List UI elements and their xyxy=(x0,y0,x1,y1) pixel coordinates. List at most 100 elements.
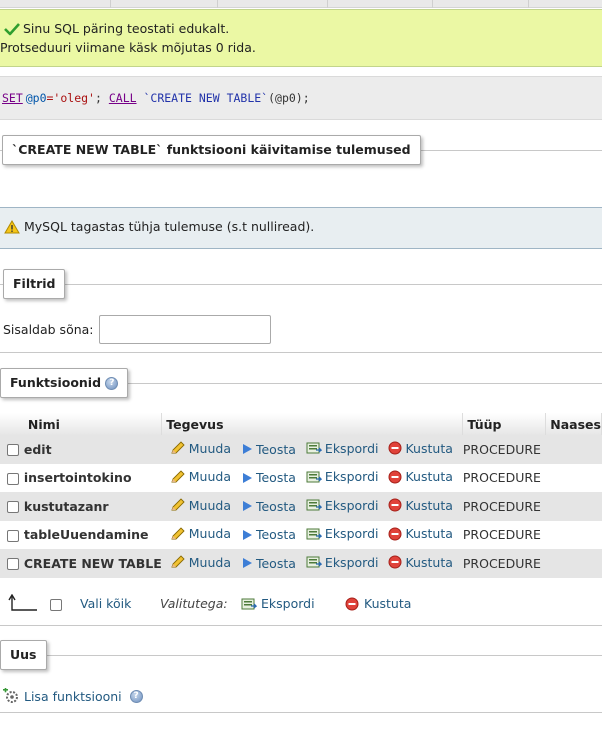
action-export-link[interactable]: Ekspordi xyxy=(306,469,379,484)
success-text: Sinu SQL päring teostati edukalt. xyxy=(23,21,230,36)
action-execute-link[interactable]: Teosta xyxy=(241,499,296,514)
delete-icon xyxy=(388,527,402,540)
row-checkbox[interactable] xyxy=(7,558,19,571)
action-drop-link[interactable]: Kustuta xyxy=(388,441,453,456)
row-actions: Muuda Teosta Ekspordi Kustuta xyxy=(161,435,463,464)
action-export-link[interactable]: Ekspordi xyxy=(306,554,379,570)
new-fieldset-border xyxy=(0,655,602,656)
play-icon xyxy=(242,472,252,483)
add-routine-label: Lisa funktsiooni xyxy=(24,688,122,704)
select-all-link[interactable]: Vali kõik xyxy=(80,596,131,611)
table-row: CREATE NEW TABLE Muuda Teosta Ekspordi Kustu… xyxy=(0,549,602,578)
action-edit-label: Muuda xyxy=(188,469,231,484)
routine-type: PROCEDURE xyxy=(462,463,546,492)
bulk-actions: Vali kõik Valitutega: Ekspordi Kustuta xyxy=(0,591,602,619)
routine-type: PROCEDURE xyxy=(462,492,546,521)
sql-variable: @p0 xyxy=(25,91,47,105)
row-actions: Muuda Teosta Ekspordi Kustuta xyxy=(161,520,463,549)
routines-legend: Funktsioonid ? xyxy=(0,368,129,398)
new-legend: Uus xyxy=(0,640,47,670)
action-export-label: Ekspordi xyxy=(324,497,379,513)
empty-result-notice: MySQL tagastas tühja tulemuse (s.t nulli… xyxy=(0,207,602,249)
notice-text: MySQL tagastas tühja tulemuse (s.t nulli… xyxy=(24,219,315,234)
export-icon xyxy=(306,499,322,511)
filter-input[interactable] xyxy=(99,315,271,344)
action-export-link[interactable]: Ekspordi xyxy=(306,441,378,456)
row-checkbox[interactable] xyxy=(7,529,19,542)
new-fieldset-bottom xyxy=(0,712,602,713)
action-edit-link[interactable]: Muuda xyxy=(170,469,231,484)
play-icon xyxy=(242,558,252,568)
row-checkbox[interactable] xyxy=(7,472,19,485)
sql-semicolon: ; xyxy=(94,91,102,105)
action-drop-link[interactable]: Kustuta xyxy=(388,498,453,513)
action-edit-label: Muuda xyxy=(188,526,231,541)
action-drop-link[interactable]: Kustuta xyxy=(388,469,453,484)
play-icon xyxy=(242,444,252,454)
table-header-row: Nimi Tegevus Tüüp Naases xyxy=(0,413,602,435)
bulk-export-button[interactable]: Ekspordi xyxy=(241,596,315,611)
bulk-drop-button[interactable]: Kustuta xyxy=(345,596,411,611)
action-edit-link[interactable]: Muuda xyxy=(170,441,231,456)
check-icon xyxy=(4,22,20,35)
header-type[interactable]: Tüüp xyxy=(462,413,547,435)
routine-name: edit xyxy=(23,435,162,464)
table-row: edit Muuda Teosta Ekspordi Kustuta PROCEDURE xyxy=(0,435,602,464)
action-execute-link[interactable]: Teosta xyxy=(241,470,296,485)
add-routine-link[interactable]: Lisa funktsiooni ? xyxy=(2,688,143,704)
routine-type: PROCEDURE xyxy=(462,435,546,464)
header-returns[interactable]: Naases xyxy=(545,413,602,435)
row-checkbox[interactable] xyxy=(7,501,19,514)
action-edit-link[interactable]: Muuda xyxy=(170,555,231,570)
help-icon[interactable]: ? xyxy=(105,377,119,390)
action-export-label: Ekspordi xyxy=(324,554,379,570)
action-execute-link[interactable]: Teosta xyxy=(241,442,296,457)
sql-args: (@p0); xyxy=(268,91,310,105)
action-export-link[interactable]: Ekspordi xyxy=(306,526,379,541)
sql-query-box[interactable]: SET @p0='oleg'; CALL `CREATE NEW TABLE`(… xyxy=(0,76,602,120)
results-legend: `CREATE NEW TABLE` funktsiooni käivitami… xyxy=(2,135,421,165)
routine-returns xyxy=(545,435,602,464)
add-routine-icon xyxy=(3,688,18,703)
action-drop-link[interactable]: Kustuta xyxy=(388,555,453,570)
routine-name: insertointokino xyxy=(23,463,162,492)
action-drop-link[interactable]: Kustuta xyxy=(388,526,453,541)
row-checkbox-cell xyxy=(0,492,24,521)
add-help-icon[interactable]: ? xyxy=(129,689,143,703)
action-execute-link[interactable]: Teosta xyxy=(241,556,296,571)
header-action: Tegevus xyxy=(161,413,464,435)
action-drop-label: Kustuta xyxy=(405,526,453,541)
header-checkbox-col xyxy=(0,413,24,435)
play-icon xyxy=(242,529,252,540)
routine-returns xyxy=(545,520,602,549)
table-row: insertointokino Muuda Teosta Ekspordi Kustut… xyxy=(0,463,602,492)
sql-keyword-set[interactable]: SET xyxy=(2,91,23,105)
action-export-link[interactable]: Ekspordi xyxy=(306,497,379,513)
header-name[interactable]: Nimi xyxy=(23,413,163,435)
routine-returns xyxy=(545,492,602,521)
bulk-export-label: Ekspordi xyxy=(261,596,315,611)
warning-icon xyxy=(4,220,20,234)
routine-name: kustutazanr xyxy=(23,492,162,521)
action-execute-label: Teosta xyxy=(255,470,296,485)
action-edit-label: Muuda xyxy=(188,497,231,513)
action-edit-label: Muuda xyxy=(188,440,231,456)
sql-string: ='oleg' xyxy=(46,91,95,105)
pencil-icon xyxy=(171,441,185,454)
action-edit-link[interactable]: Muuda xyxy=(170,498,231,513)
row-actions: Muuda Teosta Ekspordi Kustuta xyxy=(161,463,463,492)
row-checkbox[interactable] xyxy=(7,444,19,457)
routine-type: PROCEDURE xyxy=(462,520,546,549)
select-all-checkbox[interactable] xyxy=(50,599,62,611)
action-export-label: Ekspordi xyxy=(324,526,379,541)
action-execute-link[interactable]: Teosta xyxy=(241,527,296,542)
action-export-label: Ekspordi xyxy=(324,469,379,484)
sql-keyword-call[interactable]: CALL xyxy=(109,91,137,105)
action-execute-label: Teosta xyxy=(255,441,296,457)
export-icon xyxy=(241,598,257,609)
pencil-icon xyxy=(171,498,185,511)
action-edit-link[interactable]: Muuda xyxy=(170,526,231,541)
pencil-icon xyxy=(171,526,185,539)
routine-name: CREATE NEW TABLE xyxy=(23,549,162,578)
delete-icon xyxy=(388,441,402,455)
